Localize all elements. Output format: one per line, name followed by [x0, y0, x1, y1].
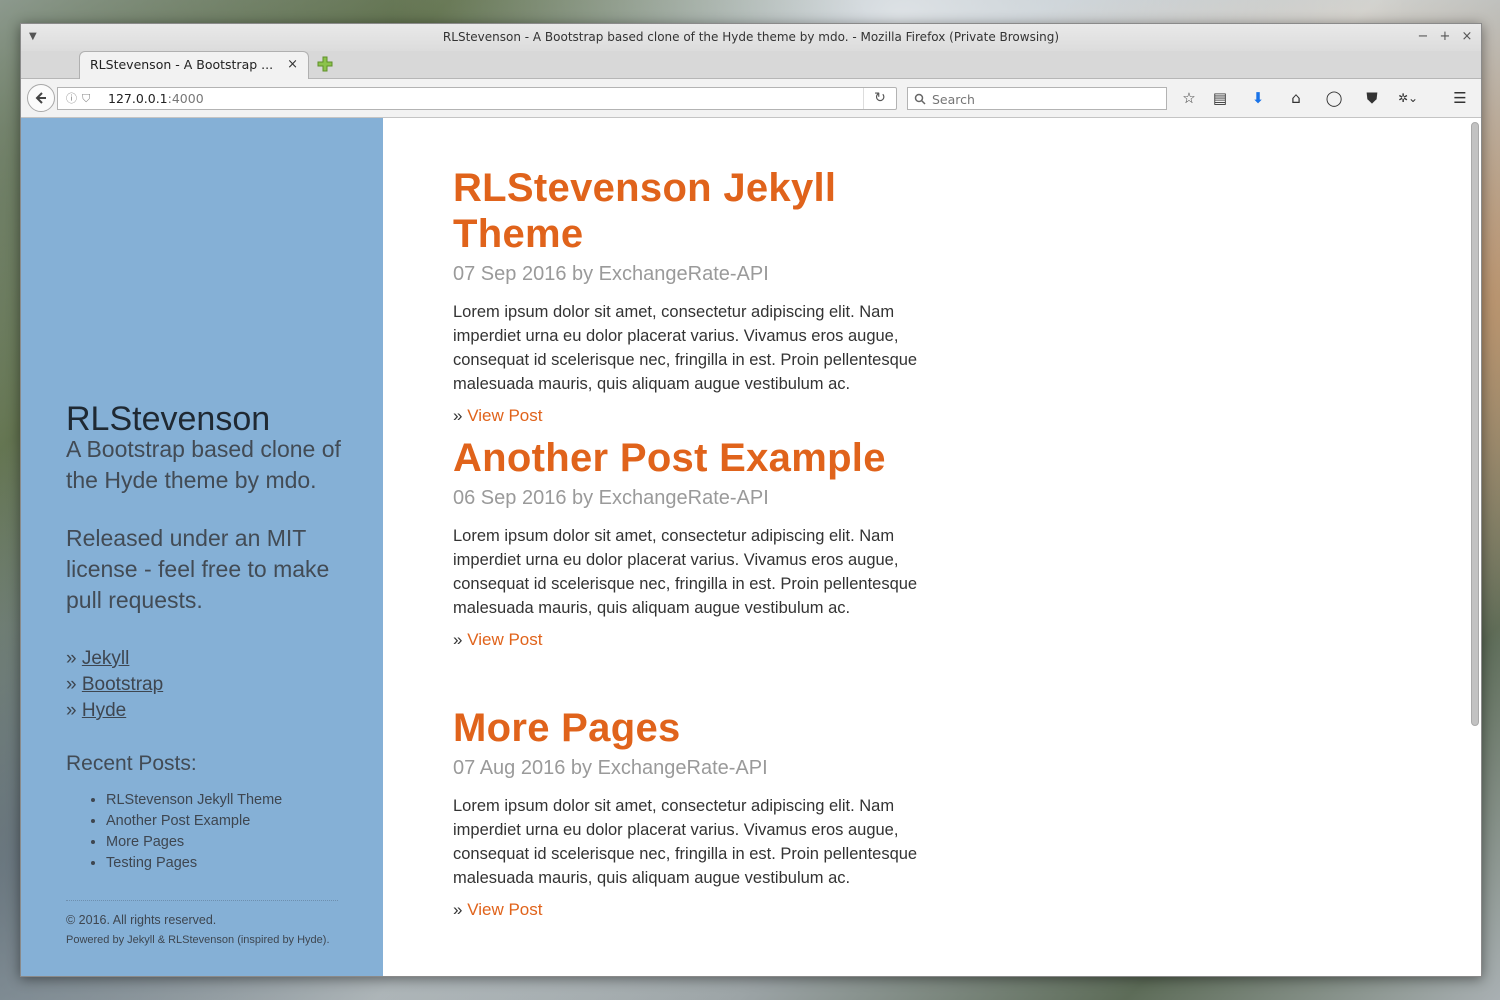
post-excerpt: Lorem ipsum dolor sit amet, consectetur …: [453, 303, 918, 393]
tab-active[interactable]: RLStevenson - A Bootstrap ... ×: [79, 51, 309, 79]
post-title[interactable]: More Pages: [453, 705, 953, 751]
back-button[interactable]: [27, 84, 55, 112]
tab-strip: RLStevenson - A Bootstrap ... ×: [21, 51, 1481, 79]
post-excerpt: Lorem ipsum dolor sit amet, consectetur …: [453, 797, 918, 887]
link-prefix: »: [453, 900, 463, 919]
menu-arrow-icon[interactable]: ▼: [29, 24, 37, 50]
link-prefix: »: [453, 406, 463, 425]
view-post-row: » View Post: [453, 406, 953, 426]
link-prefix: »: [66, 648, 77, 669]
recent-posts-heading: Recent Posts:: [66, 752, 197, 775]
post-meta: 07 Aug 2016 by ExchangeRate-API: [453, 757, 768, 779]
maximize-button[interactable]: +: [1436, 24, 1454, 50]
tab-label: RLStevenson - A Bootstrap ...: [90, 57, 274, 72]
chat-icon[interactable]: ◯: [1323, 87, 1345, 109]
window-title: RLStevenson - A Bootstrap based clone of…: [442, 30, 1060, 44]
view-post-link[interactable]: View Post: [467, 406, 542, 425]
search-bar[interactable]: [907, 87, 1167, 110]
search-input[interactable]: [930, 89, 1154, 110]
recent-post-item[interactable]: More Pages: [106, 832, 282, 853]
vertical-scrollbar[interactable]: [1471, 122, 1479, 726]
recent-post-item[interactable]: Testing Pages: [106, 853, 282, 874]
recent-post-item[interactable]: Another Post Example: [106, 811, 282, 832]
site-description: A Bootstrap based clone of the Hyde them…: [66, 436, 341, 493]
sidebar-link-row: » Jekyll: [66, 646, 163, 672]
new-tab-icon[interactable]: [316, 55, 334, 73]
reload-icon[interactable]: ↻: [863, 88, 896, 109]
powered-by-text: Powered by Jekyll & RLStevenson (inspire…: [66, 934, 330, 946]
view-post-row: » View Post: [453, 630, 953, 650]
post-card: RLStevenson Jekyll Theme 07 Sep 2016 by …: [453, 165, 953, 426]
view-post-row: » View Post: [453, 900, 953, 920]
sidebar-link-hyde[interactable]: Hyde: [82, 700, 126, 721]
sidebar: RLStevenson A Bootstrap based clone of t…: [21, 118, 383, 976]
sidebar-link-bootstrap[interactable]: Bootstrap: [82, 674, 163, 695]
page-viewport: RLStevenson A Bootstrap based clone of t…: [21, 118, 1481, 976]
browser-window: ▼ RLStevenson - A Bootstrap based clone …: [20, 23, 1482, 977]
extension-icon[interactable]: ✲⌄: [1397, 87, 1419, 109]
license-text: Released under an MIT license - feel fre…: [66, 525, 330, 613]
post-title[interactable]: Another Post Example: [453, 435, 953, 481]
bookmark-star-icon[interactable]: ☆: [1178, 87, 1200, 109]
link-prefix: »: [66, 700, 77, 721]
navigation-toolbar: ⓘ ⛉ 127.0.0.1:4000 ↻ ☆ ▤ ⬇ ⌂ ◯ ⛊ ✲⌄ ☰: [21, 79, 1481, 118]
link-prefix: »: [453, 630, 463, 649]
recent-posts-list: RLStevenson Jekyll Theme Another Post Ex…: [86, 790, 282, 874]
post-excerpt: Lorem ipsum dolor sit amet, consectetur …: [453, 527, 918, 617]
view-post-link[interactable]: View Post: [467, 900, 542, 919]
minimize-button[interactable]: −: [1414, 24, 1432, 50]
recent-post-item[interactable]: RLStevenson Jekyll Theme: [106, 790, 282, 811]
post-card: More Pages 07 Aug 2016 by ExchangeRate-A…: [453, 705, 953, 920]
post-card: Another Post Example 06 Sep 2016 by Exch…: [453, 435, 953, 650]
close-window-button[interactable]: ×: [1458, 24, 1476, 50]
hamburger-menu-icon[interactable]: ☰: [1449, 87, 1471, 109]
pocket-icon[interactable]: ⛊: [1361, 87, 1383, 109]
url-host: 127.0.0.1: [108, 91, 168, 106]
post-meta: 06 Sep 2016 by ExchangeRate-API: [453, 487, 769, 509]
download-icon[interactable]: ⬇: [1247, 87, 1269, 109]
sidebar-link-row: » Hyde: [66, 698, 163, 724]
post-title[interactable]: RLStevenson Jekyll Theme: [453, 165, 953, 257]
reading-list-icon[interactable]: ▤: [1209, 87, 1231, 109]
sidebar-link-row: » Bootstrap: [66, 672, 163, 698]
sidebar-divider: [66, 900, 338, 901]
url-bar[interactable]: ⓘ ⛉ 127.0.0.1:4000 ↻: [57, 87, 897, 110]
search-icon: [914, 93, 926, 105]
copyright-text: © 2016. All rights reserved.: [66, 913, 217, 927]
sidebar-link-jekyll[interactable]: Jekyll: [82, 648, 130, 669]
view-post-link[interactable]: View Post: [467, 630, 542, 649]
back-icon: [35, 92, 46, 104]
info-icon[interactable]: ⓘ: [66, 88, 77, 109]
url-text[interactable]: 127.0.0.1:4000: [108, 88, 204, 109]
link-prefix: »: [66, 674, 77, 695]
tab-close-icon[interactable]: ×: [287, 52, 298, 78]
shield-icon[interactable]: ⛉: [82, 88, 90, 109]
url-port: :4000: [167, 91, 204, 106]
sidebar-links: » Jekyll » Bootstrap » Hyde: [66, 646, 163, 724]
home-icon[interactable]: ⌂: [1285, 87, 1307, 109]
title-bar: ▼ RLStevenson - A Bootstrap based clone …: [21, 24, 1481, 51]
post-meta: 07 Sep 2016 by ExchangeRate-API: [453, 263, 769, 285]
